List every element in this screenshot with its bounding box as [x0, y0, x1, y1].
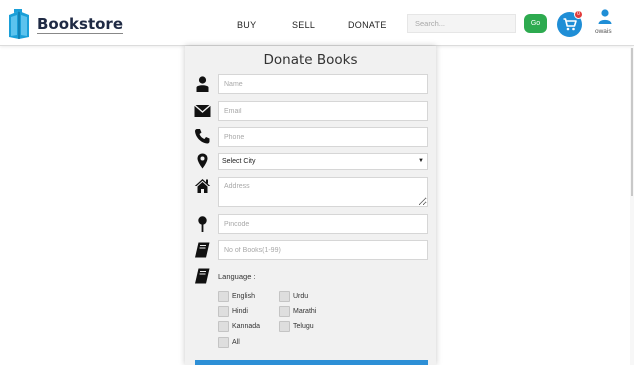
city-select[interactable]: Select City ▼ [218, 153, 428, 170]
checkbox[interactable] [218, 321, 229, 332]
cart-badge: 0 [574, 10, 583, 19]
navbar: Bookstore BUY SELL DONATE Go 0 owais [0, 0, 634, 46]
envelope-icon [194, 104, 211, 117]
language-checkbox-hindi[interactable]: Hindi [218, 306, 248, 317]
city-select-value: Select City [222, 158, 256, 165]
pushpin-icon [198, 216, 207, 232]
checkbox-label: Kannada [232, 323, 261, 330]
search-input[interactable] [407, 14, 516, 33]
cart-icon [563, 18, 577, 31]
nav-donate-link[interactable]: DONATE [348, 20, 387, 30]
nav-sell-link[interactable]: SELL [292, 20, 315, 30]
language-checkbox-marathi[interactable]: Marathi [279, 306, 316, 317]
submit-button[interactable] [195, 360, 428, 365]
book-icon [195, 242, 210, 258]
language-checkbox-all[interactable]: All [218, 337, 240, 348]
checkbox[interactable] [218, 291, 229, 302]
language-label: Language : [218, 272, 256, 281]
checkbox-label: Hindi [232, 308, 248, 315]
checkbox[interactable] [218, 337, 229, 348]
dropdown-arrow-icon: ▼ [418, 158, 424, 164]
name-field[interactable] [218, 74, 428, 94]
brand[interactable]: Bookstore [6, 7, 123, 41]
home-icon [194, 179, 211, 193]
phone-field[interactable] [218, 127, 428, 147]
language-checkbox-kannada[interactable]: Kannada [218, 321, 260, 332]
address-field[interactable] [218, 177, 428, 207]
user-icon[interactable] [597, 9, 613, 24]
book-logo-icon [9, 9, 29, 39]
brand-name: Bookstore [37, 14, 123, 34]
books-count-field[interactable] [218, 240, 428, 260]
checkbox[interactable] [279, 291, 290, 302]
go-button[interactable]: Go [524, 14, 547, 33]
language-checkbox-telugu[interactable]: Telugu [279, 321, 314, 332]
phone-icon [195, 129, 210, 144]
email-field[interactable] [218, 101, 428, 121]
pincode-field[interactable] [218, 214, 428, 234]
checkbox-label: Marathi [293, 308, 317, 315]
checkbox-label: Telugu [293, 323, 314, 330]
book-icon [195, 268, 210, 284]
donate-form-card: Donate Books Select City ▼ [185, 46, 436, 365]
checkbox[interactable] [279, 306, 290, 317]
checkbox[interactable] [218, 306, 229, 317]
scrollbar-thumb[interactable] [631, 48, 633, 196]
language-checkbox-english[interactable]: English [218, 291, 255, 302]
checkbox-label: English [232, 293, 255, 300]
checkbox[interactable] [279, 321, 290, 332]
language-checkbox-urdu[interactable]: Urdu [279, 291, 308, 302]
checkbox-label: All [232, 339, 240, 346]
person-icon [196, 76, 209, 92]
user-name[interactable]: owais [595, 28, 612, 35]
location-pin-icon [197, 153, 208, 169]
nav-buy-link[interactable]: BUY [237, 20, 256, 30]
checkbox-label: Urdu [293, 293, 309, 300]
form-title: Donate Books [263, 52, 358, 68]
